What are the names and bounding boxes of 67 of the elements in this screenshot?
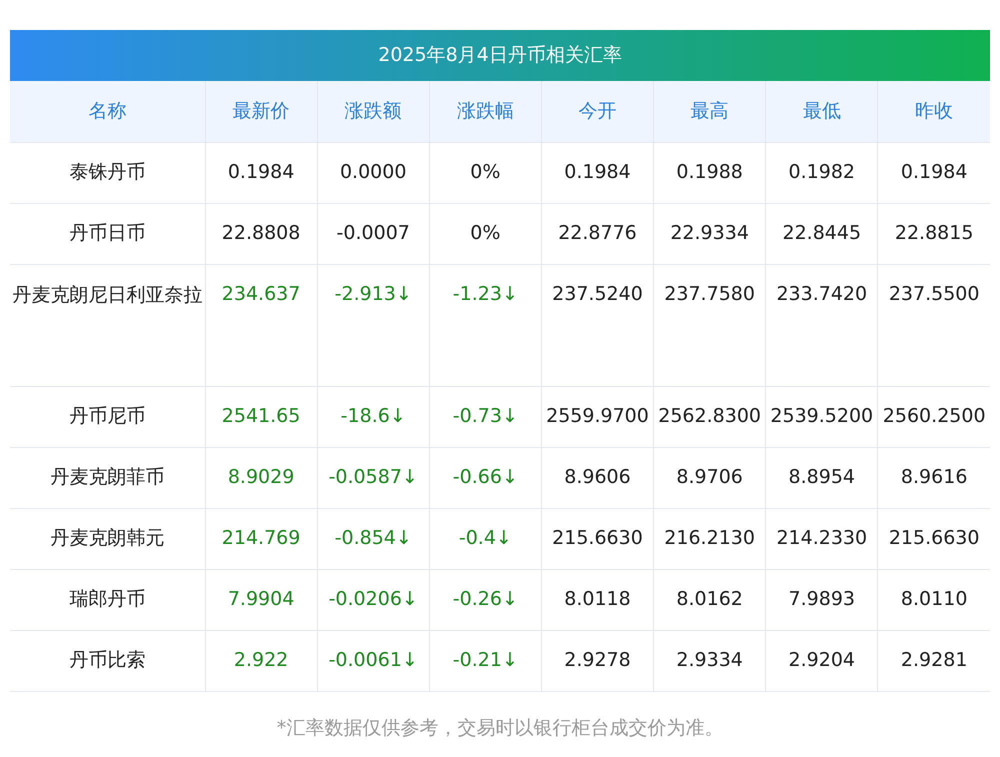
table-cell: 2562.8300 <box>654 386 766 447</box>
currency-pair-name: 丹麦克朗尼日利亚奈拉 <box>10 264 205 386</box>
table-cell: 8.0162 <box>654 569 766 630</box>
column-header: 最新价 <box>205 81 318 142</box>
table-cell: 2.9334 <box>654 630 766 691</box>
table-cell: 237.5240 <box>541 264 654 386</box>
column-header: 最低 <box>766 81 878 142</box>
table-cell: 8.8954 <box>766 447 878 508</box>
table-cell: -0.0007 <box>317 203 430 264</box>
footnote: *汇率数据仅供参考，交易时以银行柜台成交价为准。 <box>276 716 724 740</box>
table-cell: 8.9029 <box>205 447 318 508</box>
table-cell: 22.8808 <box>205 203 318 264</box>
table-cell: 2.9278 <box>541 630 654 691</box>
table-cell: 8.9706 <box>654 447 766 508</box>
table-cell: 233.7420 <box>766 264 878 386</box>
currency-pair-name: 丹麦克朗韩元 <box>10 508 205 569</box>
table-cell: -0.0587↓ <box>317 447 430 508</box>
currency-pair-name: 丹麦克朗菲币 <box>10 447 205 508</box>
column-header: 今开 <box>541 81 654 142</box>
table-cell: 2539.5200 <box>766 386 878 447</box>
table-cell: 0.1988 <box>654 142 766 203</box>
currency-pair-name: 丹币日币 <box>10 203 205 264</box>
table-cell: 22.8445 <box>766 203 878 264</box>
column-header: 涨跌额 <box>317 81 430 142</box>
table-cell: 0% <box>429 203 542 264</box>
table-cell: -18.6↓ <box>317 386 430 447</box>
table-cell: -0.66↓ <box>429 447 542 508</box>
table-cell: -1.23↓ <box>429 264 542 386</box>
table-cell: 0.1984 <box>205 142 318 203</box>
table-cell: -2.913↓ <box>317 264 430 386</box>
table-cell: 2559.9700 <box>541 386 654 447</box>
table-cell: 2541.65 <box>205 386 318 447</box>
table-cell: 22.9334 <box>654 203 766 264</box>
currency-pair-name: 泰铢丹币 <box>10 142 205 203</box>
column-header: 最高 <box>654 81 766 142</box>
table-cell: 0.1984 <box>541 142 654 203</box>
table-cell: 2.922 <box>205 630 318 691</box>
table-cell: 234.637 <box>205 264 318 386</box>
table-cell: 216.2130 <box>654 508 766 569</box>
table-cell: -0.73↓ <box>429 386 542 447</box>
table-cell: 7.9893 <box>766 569 878 630</box>
table-cell: -0.0061↓ <box>317 630 430 691</box>
table-title: 2025年8月4日丹币相关汇率 <box>10 30 990 81</box>
table-cell: 22.8776 <box>541 203 654 264</box>
currency-pair-name: 丹币比索 <box>10 630 205 691</box>
table-cell: -0.854↓ <box>317 508 430 569</box>
table-cell: 0.1984 <box>878 142 990 203</box>
table-cell: 0.1982 <box>766 142 878 203</box>
table-cell: 2.9204 <box>766 630 878 691</box>
column-header: 名称 <box>10 81 205 142</box>
table-cell: 7.9904 <box>205 569 318 630</box>
table-cell: 215.6630 <box>541 508 654 569</box>
column-header: 昨收 <box>878 81 990 142</box>
table-cell: 214.769 <box>205 508 318 569</box>
table-cell: -0.4↓ <box>429 508 542 569</box>
table-cell: 214.2330 <box>766 508 878 569</box>
table-cell: 8.0118 <box>541 569 654 630</box>
column-header: 涨跌幅 <box>429 81 542 142</box>
currency-pair-name: 瑞郎丹币 <box>10 569 205 630</box>
table-cell: 0% <box>429 142 542 203</box>
table-cell: -0.0206↓ <box>317 569 430 630</box>
table-cell: 0.0000 <box>317 142 430 203</box>
table-cell: -0.26↓ <box>429 569 542 630</box>
table-cell: 237.7580 <box>654 264 766 386</box>
table-cell: 8.9606 <box>541 447 654 508</box>
currency-pair-name: 丹币尼币 <box>10 386 205 447</box>
table-cell: -0.21↓ <box>429 630 542 691</box>
